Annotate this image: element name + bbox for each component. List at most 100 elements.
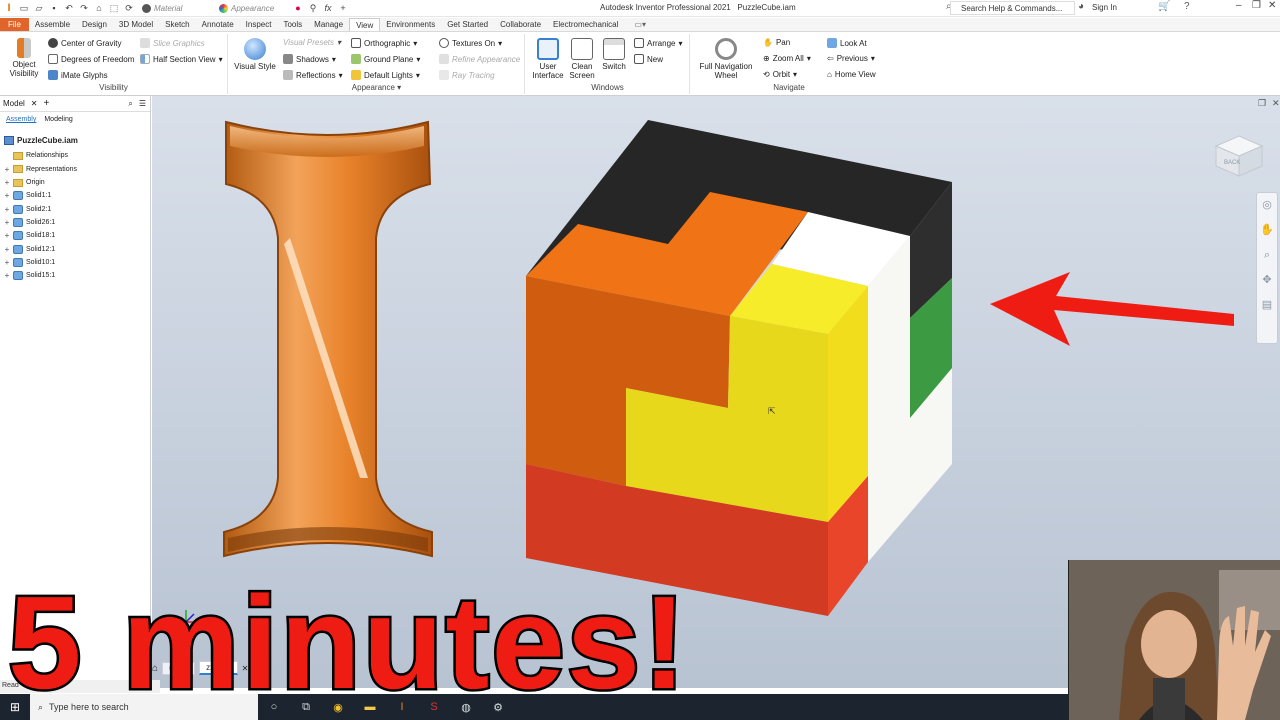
inventor-logo-icon[interactable]: I	[4, 3, 14, 14]
tab-design[interactable]: Design	[76, 18, 113, 31]
tree-item-part[interactable]: + Solid26:1	[4, 216, 150, 229]
degrees-of-freedom-button[interactable]: Degrees of Freedom	[48, 54, 134, 64]
pan-button[interactable]: ✋ Pan	[763, 38, 790, 47]
open-file-icon[interactable]: ▱	[34, 3, 44, 13]
tree-item-part[interactable]: + Solid12:1	[4, 242, 150, 255]
tab-sketch[interactable]: Sketch	[159, 18, 195, 31]
textures-on-button[interactable]: Textures On ▾	[439, 38, 502, 48]
home-icon[interactable]: ⌂	[94, 3, 104, 13]
arrange-button[interactable]: Arrange ▾	[634, 38, 682, 48]
close-icon[interactable]: ✕	[1268, 0, 1276, 11]
material-dropdown[interactable]: Material	[139, 2, 211, 14]
visual-presets-dropdown[interactable]: Visual Presets ▾	[283, 38, 341, 47]
browser-add-icon[interactable]: +	[44, 98, 50, 109]
undo-icon[interactable]: ↶	[64, 3, 74, 13]
save-icon[interactable]: ▪	[49, 3, 59, 13]
tree-root[interactable]: PuzzleCube.iam	[4, 134, 150, 147]
look-at-button[interactable]: Look At	[827, 38, 867, 48]
cart-icon[interactable]: 🛒	[1158, 1, 1170, 12]
home-view-button[interactable]: ⌂ Home View	[827, 70, 876, 79]
look-at-icon[interactable]: ▤	[1257, 293, 1277, 318]
expand-icon[interactable]: +	[4, 231, 10, 240]
zoom-icon[interactable]: ⌕	[1257, 243, 1277, 268]
center-of-gravity-button[interactable]: Center of Gravity	[48, 38, 121, 48]
shadows-button[interactable]: Shadows ▾	[283, 54, 336, 64]
ray-tracing-button[interactable]: Ray Tracing	[439, 70, 495, 80]
tree-item-part[interactable]: + Solid10:1	[4, 256, 150, 269]
tab-view[interactable]: View	[349, 18, 381, 31]
object-visibility-button[interactable]: Object Visibility	[6, 38, 42, 78]
orbit-icon[interactable]: ✥	[1257, 268, 1277, 293]
tab-tools[interactable]: Tools	[277, 18, 308, 31]
expand-icon[interactable]: +	[4, 258, 10, 267]
tree-item-origin[interactable]: + Origin	[4, 176, 150, 189]
switch-button[interactable]: Switch	[598, 38, 630, 71]
tree-item-relationships[interactable]: Relationships	[4, 149, 150, 162]
full-navigation-wheel-button[interactable]: Full Navigation Wheel	[695, 38, 757, 80]
tab-electromechanical[interactable]: Electromechanical	[547, 18, 624, 31]
help-icon[interactable]: ?	[1184, 1, 1190, 12]
sign-in-link[interactable]: Sign In	[1092, 3, 1117, 12]
new-file-icon[interactable]: ▭	[19, 3, 29, 13]
user-interface-button[interactable]: User Interface	[530, 38, 566, 80]
expand-icon[interactable]: +	[4, 191, 10, 200]
minimize-icon[interactable]: –	[1236, 0, 1242, 11]
viewcube[interactable]: BACK	[1214, 134, 1264, 178]
tab-inspect[interactable]: Inspect	[240, 18, 278, 31]
orthographic-button[interactable]: Orthographic ▾	[351, 38, 417, 48]
slice-graphics-button[interactable]: Slice Graphics	[140, 38, 205, 48]
browser-tab-assembly[interactable]: Assembly	[6, 116, 36, 130]
expand-icon[interactable]: +	[4, 165, 10, 174]
help-search-input[interactable]: Search Help & Commands...	[950, 1, 1075, 15]
tab-file[interactable]: File	[0, 18, 29, 31]
ribbon-options-icon[interactable]: ▭▾	[634, 18, 646, 31]
tree-item-part[interactable]: + Solid15:1	[4, 269, 150, 282]
expand-icon[interactable]: +	[4, 271, 10, 280]
expand-icon[interactable]: +	[4, 245, 10, 254]
default-lights-button[interactable]: Default Lights ▾	[351, 70, 420, 80]
steering-wheel-icon[interactable]: ◎	[1257, 193, 1277, 218]
tab-assemble[interactable]: Assemble	[29, 18, 76, 31]
visual-style-button[interactable]: Visual Style	[233, 38, 277, 71]
tree-item-part[interactable]: + Solid1:1	[4, 189, 150, 202]
zoom-all-button[interactable]: ⊕ Zoom All ▾	[763, 54, 811, 63]
reflections-button[interactable]: Reflections ▾	[283, 70, 343, 80]
appearance-dropdown[interactable]: Appearance	[216, 2, 288, 14]
tab-manage[interactable]: Manage	[308, 18, 349, 31]
select-icon[interactable]: ⬚	[109, 3, 119, 13]
color-override-icon[interactable]: ●	[293, 3, 303, 13]
ground-plane-button[interactable]: Ground Plane ▾	[351, 54, 420, 64]
tab-3d-model[interactable]: 3D Model	[113, 18, 159, 31]
browser-search-icon[interactable]: ⌕	[128, 99, 132, 109]
browser-close-icon[interactable]: ✕	[31, 99, 38, 108]
expand-icon[interactable]: +	[4, 205, 10, 214]
imate-glyphs-button[interactable]: iMate Glyphs	[48, 70, 108, 80]
viewport-close-icon[interactable]: ✕	[1272, 98, 1280, 109]
tab-annotate[interactable]: Annotate	[196, 18, 240, 31]
refine-appearance-button[interactable]: Refine Appearance	[439, 54, 520, 64]
expand-icon[interactable]: +	[4, 218, 10, 227]
parameters-icon[interactable]: fx	[323, 3, 333, 13]
previous-button[interactable]: ⇦ Previous ▾	[827, 54, 875, 63]
half-section-view-button[interactable]: Half Section View ▾	[140, 54, 223, 64]
update-icon[interactable]: ⟳	[124, 3, 134, 13]
add-icon[interactable]: +	[338, 3, 348, 13]
browser-title[interactable]: Model	[3, 99, 25, 108]
tree-item-representations[interactable]: + Representations	[4, 163, 150, 176]
measure-icon[interactable]: ⚲	[308, 3, 318, 13]
expand-icon[interactable]: +	[4, 178, 10, 187]
viewport-maximize-icon[interactable]: ❐	[1258, 98, 1266, 109]
browser-menu-icon[interactable]: ☰	[139, 99, 146, 108]
browser-tab-modeling[interactable]: Modeling	[44, 116, 72, 130]
orbit-button[interactable]: ⟲ Orbit ▾	[763, 70, 797, 79]
tab-environments[interactable]: Environments	[380, 18, 441, 31]
pan-icon[interactable]: ✋	[1257, 218, 1277, 243]
tree-item-part[interactable]: + Solid2:1	[4, 202, 150, 215]
puzzle-cube-model[interactable]: ⇱	[522, 118, 962, 618]
tree-item-part[interactable]: + Solid18:1	[4, 229, 150, 242]
tab-collaborate[interactable]: Collaborate	[494, 18, 547, 31]
new-window-button[interactable]: New	[634, 54, 663, 64]
redo-icon[interactable]: ↷	[79, 3, 89, 13]
maximize-icon[interactable]: ❐	[1252, 0, 1261, 11]
tab-get-started[interactable]: Get Started	[441, 18, 494, 31]
